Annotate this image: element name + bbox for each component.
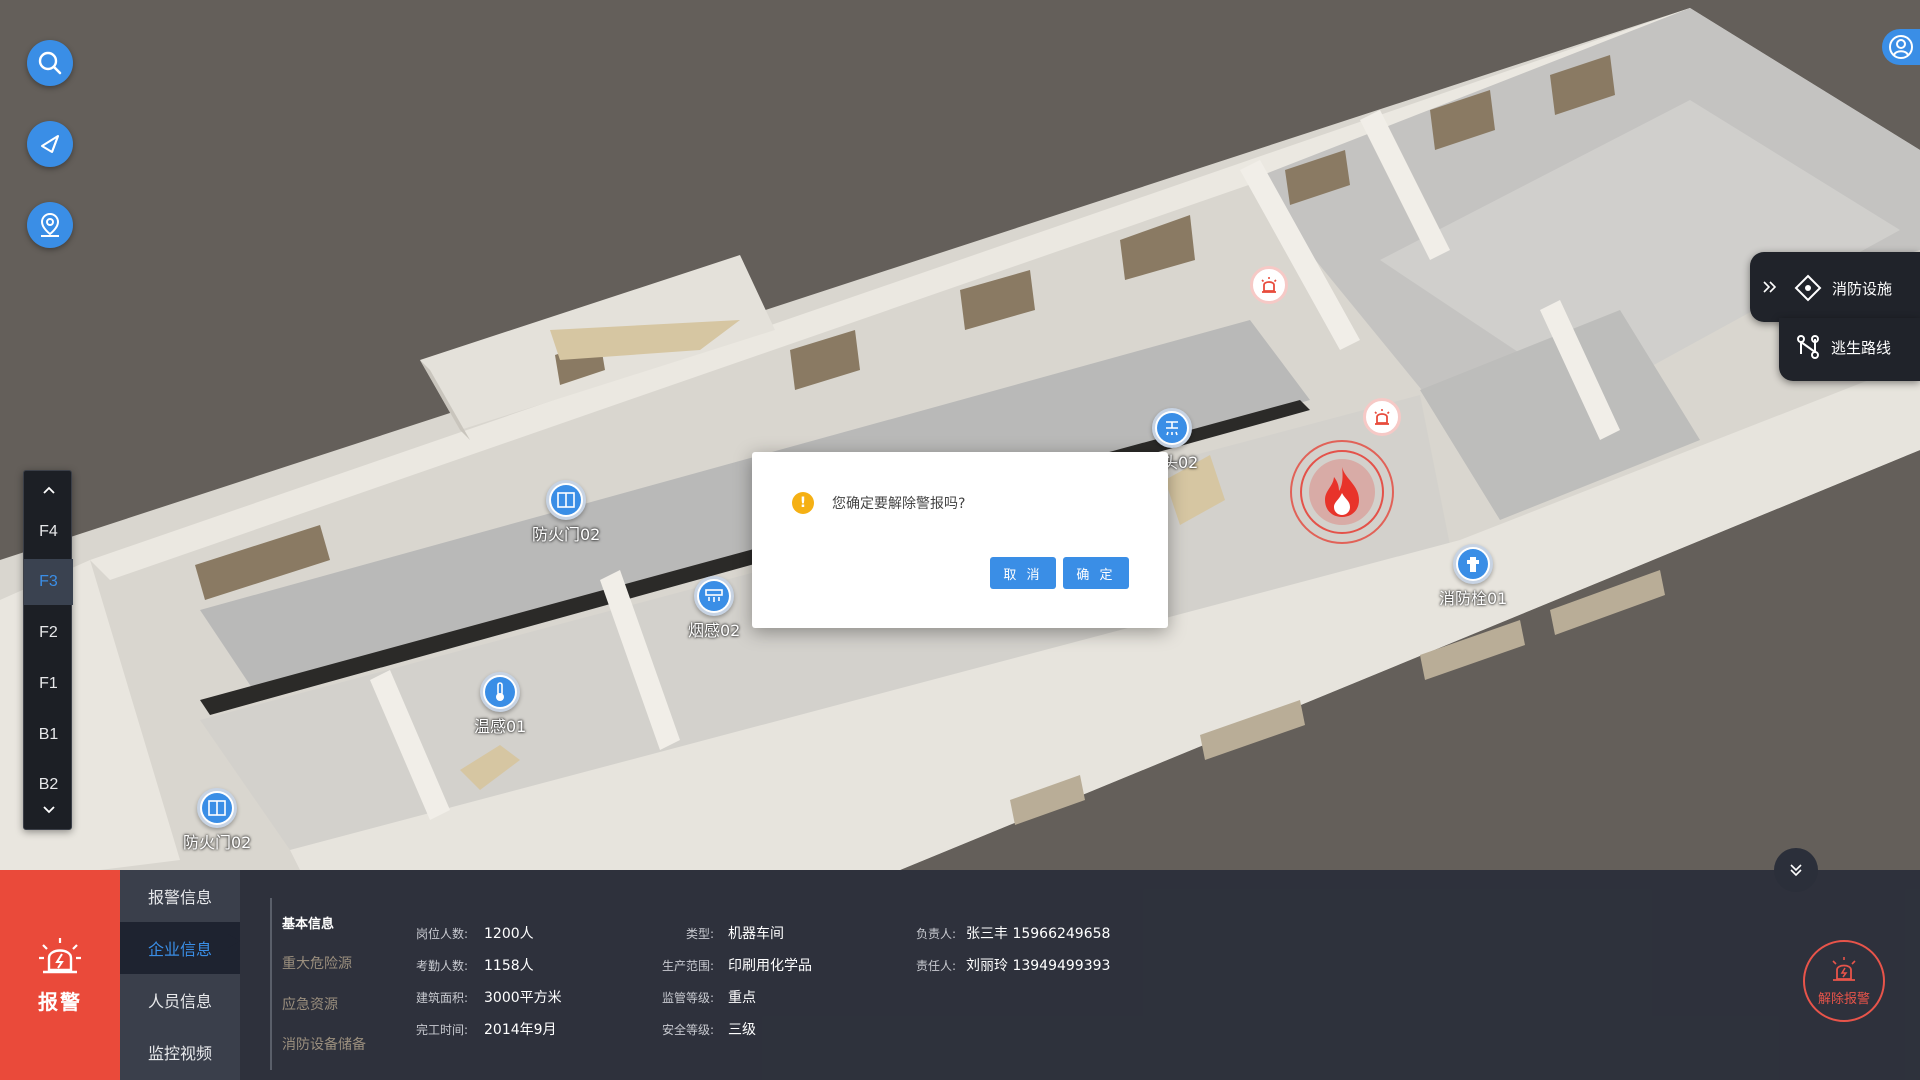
field-key: 负责人: xyxy=(915,927,956,941)
sub-nav-emergency-resources[interactable]: 应急资源 xyxy=(282,994,338,1014)
fire-icon xyxy=(1325,467,1359,517)
bottom-nav: 报警信息 企业信息 人员信息 监控视频 xyxy=(120,870,240,1080)
search-icon xyxy=(38,51,62,75)
field-key: 安全等级: xyxy=(661,1023,714,1037)
double-chevron-right-icon xyxy=(1763,281,1777,293)
field-value: 重点 xyxy=(728,990,756,1006)
chevron-down-icon xyxy=(42,806,55,814)
facility-panel: 消防设施 xyxy=(1750,252,1920,322)
sub-nav-divider xyxy=(270,898,272,1070)
double-chevron-down-icon xyxy=(1790,864,1802,877)
chevron-up-icon xyxy=(42,486,55,494)
marker-smoke-sensor[interactable]: 烟感02 xyxy=(688,576,740,641)
floor-f4[interactable]: F4 xyxy=(24,509,73,555)
dialog-message: 您确定要解除警报吗? xyxy=(832,496,966,512)
floor-b1[interactable]: B1 xyxy=(24,712,73,758)
floor-f2[interactable]: F2 xyxy=(24,610,73,656)
sub-nav-major-hazard[interactable]: 重大危险源 xyxy=(282,953,352,973)
field-key: 生产范围: xyxy=(661,959,714,973)
collapse-panel-button[interactable] xyxy=(1762,279,1778,298)
search-button[interactable] xyxy=(27,40,73,86)
nav-enterprise-info[interactable]: 企业信息 xyxy=(120,922,240,974)
alarm-tab-label: 报警 xyxy=(38,989,82,1014)
cancel-button[interactable]: 取 消 xyxy=(990,557,1056,589)
siren-icon xyxy=(1832,956,1856,981)
floor-up-button[interactable] xyxy=(24,477,73,503)
route-icon xyxy=(1797,335,1819,359)
alarm-tab[interactable]: 报警 xyxy=(0,870,120,1080)
fire-door-icon xyxy=(197,788,238,828)
route-panel: 逃生路线 xyxy=(1779,318,1920,381)
field-value: 印刷用化学品 xyxy=(728,958,812,974)
confirm-button[interactable]: 确 定 xyxy=(1063,557,1129,589)
user-icon xyxy=(1889,35,1913,59)
field-value: 1200人 xyxy=(484,926,534,942)
siren-icon xyxy=(1374,409,1390,425)
field-key: 岗位人数: xyxy=(415,927,468,941)
thermometer-icon xyxy=(480,672,521,712)
nav-personnel-info[interactable]: 人员信息 xyxy=(120,974,240,1026)
release-alarm-label: 解除报警 xyxy=(1817,991,1870,1007)
location-pin-icon xyxy=(40,212,60,237)
sub-nav-fire-equipment[interactable]: 消防设备储备 xyxy=(282,1034,366,1054)
nav-alarm-info[interactable]: 报警信息 xyxy=(120,870,240,922)
field-value: 三级 xyxy=(728,1022,756,1038)
user-button[interactable] xyxy=(1882,29,1920,65)
field-value: 张三丰 15966249658 xyxy=(966,926,1111,942)
toggle-panel-button[interactable] xyxy=(1774,848,1818,892)
field-key: 考勤人数: xyxy=(415,959,468,973)
compass-button[interactable] xyxy=(27,121,73,167)
siren-icon xyxy=(1261,277,1277,293)
field-value: 刘丽玲 13949499393 xyxy=(966,958,1111,974)
hydrant-icon xyxy=(1453,544,1494,584)
sub-nav-basic-info[interactable]: 基本信息 xyxy=(282,913,334,932)
field-value: 3000平方米 xyxy=(484,990,562,1006)
compass-icon xyxy=(41,135,59,153)
alarm-pin-a[interactable] xyxy=(1250,266,1288,304)
field-key: 监管等级: xyxy=(661,991,714,1005)
escape-route-label: 逃生路线 xyxy=(1831,338,1892,357)
confirm-dialog: ! 您确定要解除警报吗? 取 消 确 定 xyxy=(752,452,1168,628)
marker-hydrant[interactable]: 消防栓01 xyxy=(1439,544,1507,609)
field-value: 1158人 xyxy=(484,958,534,974)
marker-label: 温感01 xyxy=(474,717,527,736)
bottom-info-panel: 报警 报警信息 企业信息 人员信息 监控视频 基本信息 重大危险源 应急资源 消… xyxy=(0,870,1920,1080)
field-key: 完工时间: xyxy=(415,1023,468,1037)
field-value: 2014年9月 xyxy=(484,1022,557,1038)
smoke-sensor-icon xyxy=(694,576,735,616)
marker-label: 防火门02 xyxy=(532,525,601,544)
floor-down-button[interactable] xyxy=(24,797,73,823)
field-key: 责任人: xyxy=(915,959,956,973)
sprinkler-icon xyxy=(1152,408,1193,448)
alarm-siren-icon xyxy=(39,937,81,973)
field-value: 机器车间 xyxy=(728,926,784,942)
fire-alert-marker[interactable] xyxy=(1290,440,1394,544)
building-3d-scene[interactable] xyxy=(0,0,1920,870)
floor-f1[interactable]: F1 xyxy=(24,661,73,707)
active-nav-pointer-icon xyxy=(228,934,240,948)
location-button[interactable] xyxy=(27,202,73,248)
fire-facility-icon xyxy=(1794,274,1822,302)
alarm-pin-b[interactable] xyxy=(1363,398,1401,436)
field-key: 类型: xyxy=(685,927,714,941)
marker-fire-door-b[interactable]: 防火门02 xyxy=(183,788,251,853)
floor-selector: F4 F3 F2 F1 B1 B2 xyxy=(23,470,73,830)
nav-monitor-video[interactable]: 监控视频 xyxy=(120,1026,240,1078)
marker-label: 防火门02 xyxy=(183,833,252,852)
marker-temp-sensor[interactable]: 温感01 xyxy=(474,672,526,737)
escape-route-item[interactable]: 逃生路线 xyxy=(1795,334,1891,360)
field-key: 建筑面积: xyxy=(415,991,468,1005)
release-alarm-button[interactable]: 解除报警 xyxy=(1803,940,1885,1022)
marker-label: 烟感02 xyxy=(688,621,741,640)
marker-label: 消防栓01 xyxy=(1439,589,1508,608)
warning-icon: ! xyxy=(792,492,814,514)
floor-f3[interactable]: F3 xyxy=(24,559,73,605)
marker-fire-door-a[interactable]: 防火门02 xyxy=(532,480,600,545)
fire-facilities-label: 消防设施 xyxy=(1832,279,1893,298)
fire-door-icon xyxy=(546,480,587,520)
fire-facilities-item[interactable]: 消防设施 xyxy=(1794,274,1892,302)
